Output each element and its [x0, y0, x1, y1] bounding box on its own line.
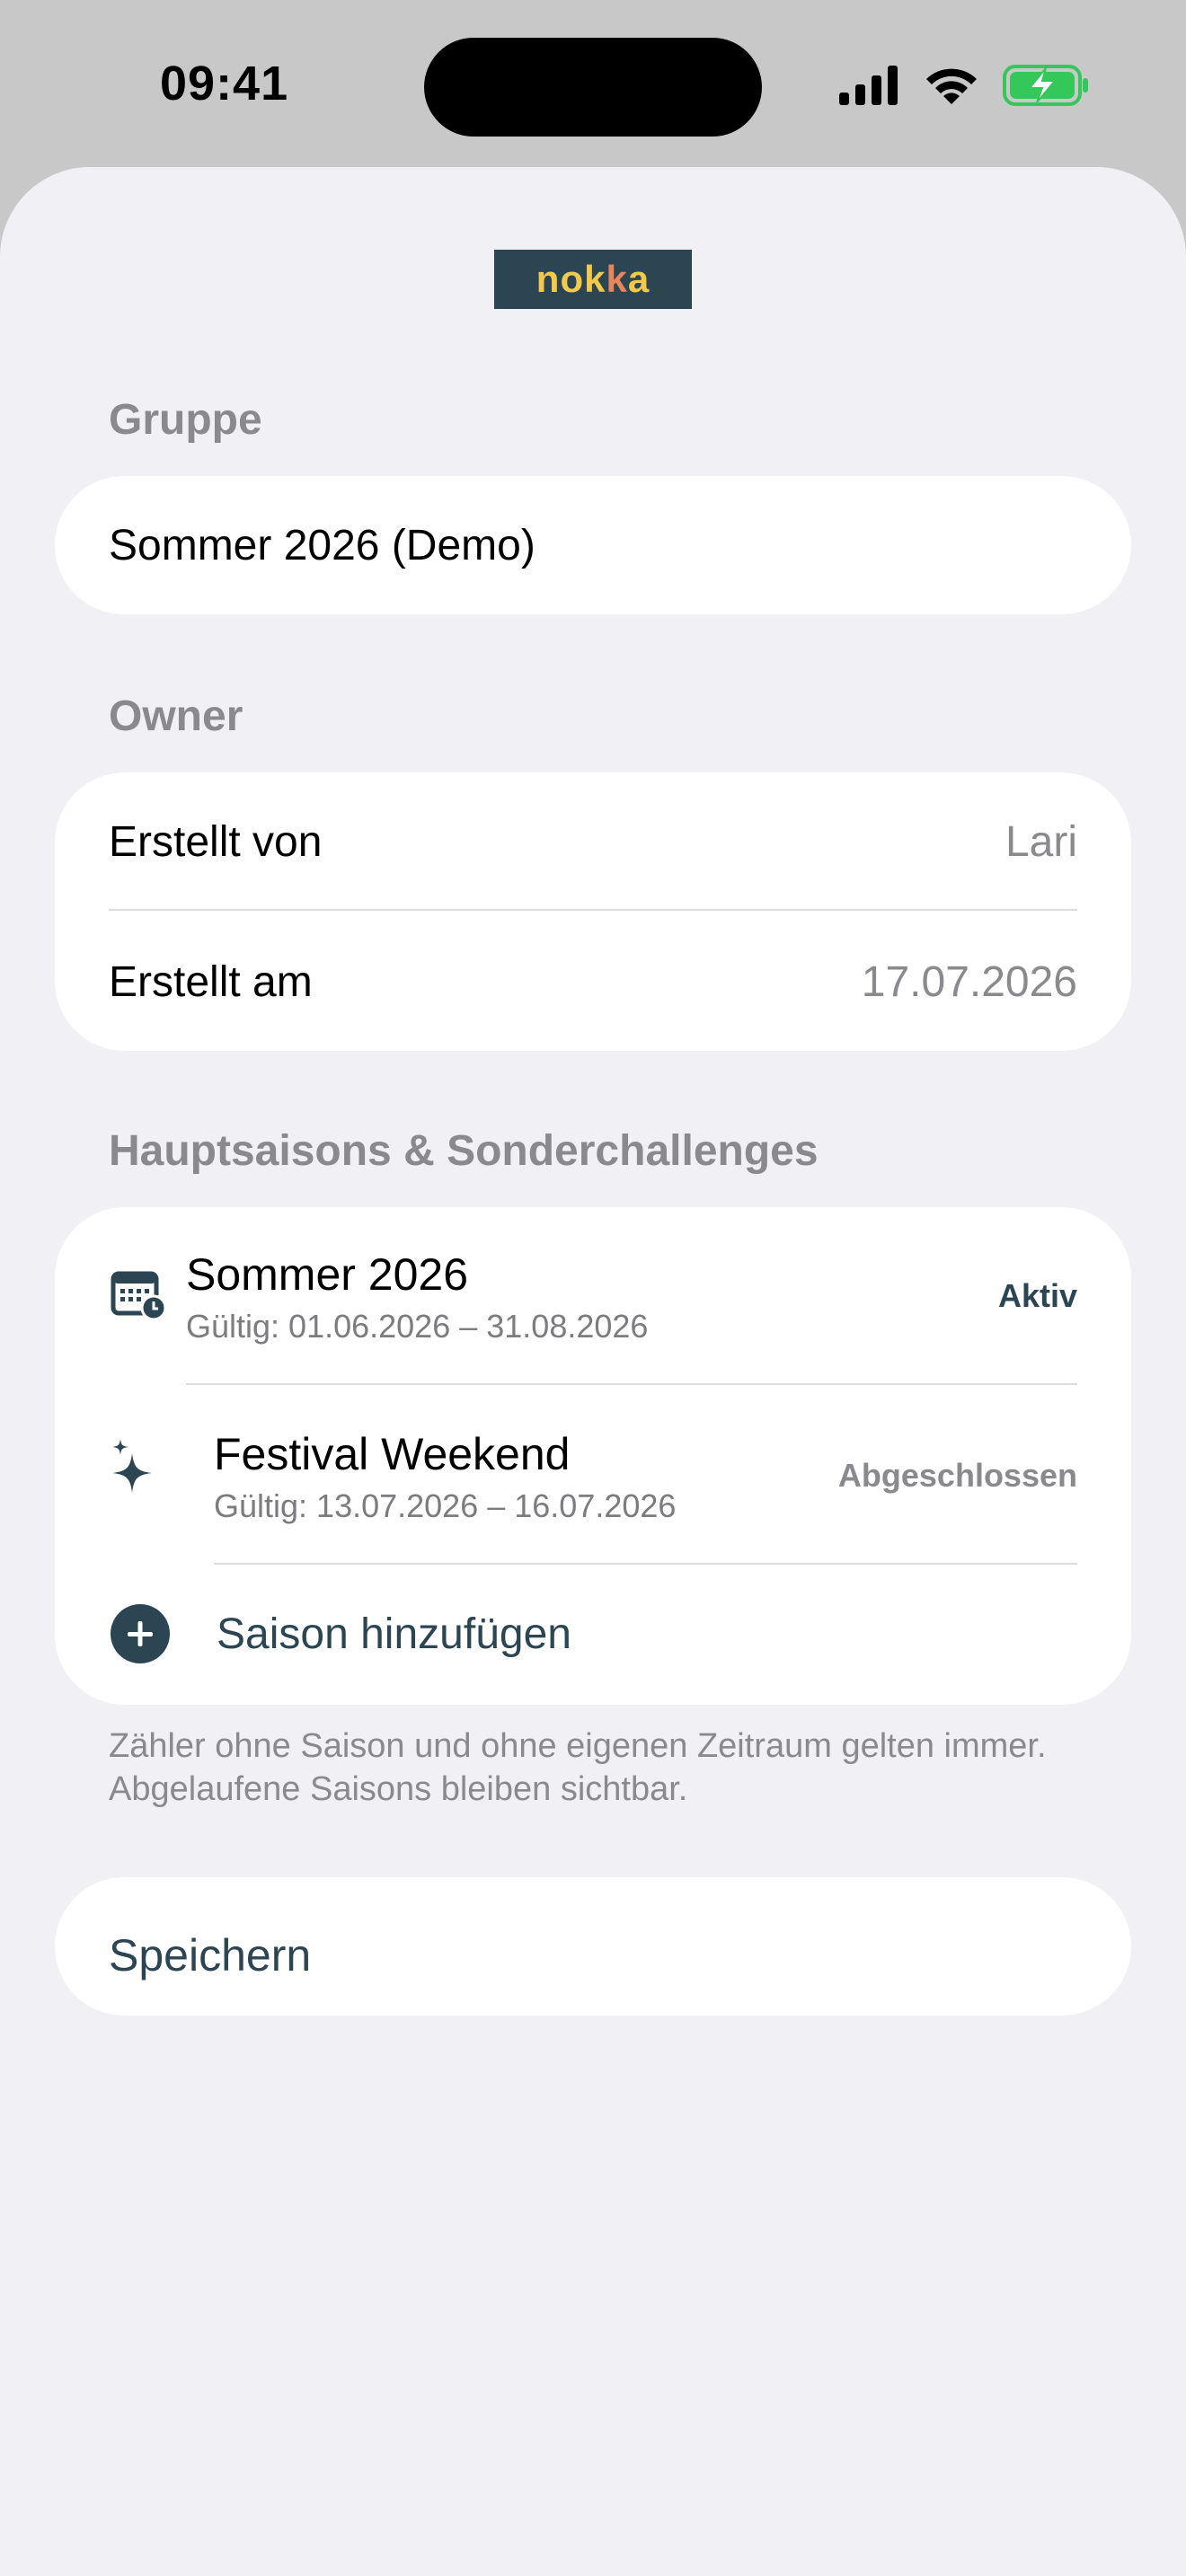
add-season-label: Saison hinzufügen	[217, 1610, 571, 1658]
save-button-label: Speichern	[109, 1930, 312, 1981]
save-button[interactable]: Speichern	[55, 1877, 1131, 2016]
battery-charging-icon	[1003, 65, 1088, 106]
group-name-value[interactable]: Sommer 2026 (Demo)	[109, 521, 535, 570]
status-badge-closed: Abgeschlossen	[837, 1457, 1077, 1494]
owner-card: Erstellt von Lari Erstellt am 17.07.2026	[55, 772, 1131, 1051]
status-bar: 09:41	[0, 0, 1186, 167]
divider	[109, 909, 1077, 911]
created-by-label: Erstellt von	[109, 818, 323, 866]
season-row-festival-weekend[interactable]: Festival Weekend Gültig: 13.07.2026 – 16…	[55, 1385, 1131, 1565]
seasons-card: Sommer 2026 Gültig: 01.06.2026 – 31.08.2…	[55, 1207, 1131, 1705]
dynamic-island	[424, 38, 762, 137]
status-icons	[839, 63, 1089, 108]
signal-icon	[839, 66, 898, 105]
season-validity: Gültig: 01.06.2026 – 31.08.2026	[186, 1308, 649, 1345]
calendar-clock-icon	[111, 1271, 166, 1320]
created-by-value: Lari	[1005, 818, 1077, 866]
group-section-title: Gruppe	[109, 396, 262, 444]
created-at-label: Erstellt am	[109, 958, 313, 1006]
status-badge-active: Aktiv	[997, 1277, 1077, 1314]
owner-section-title: Owner	[109, 693, 243, 740]
sparkles-icon	[112, 1439, 152, 1493]
season-name: Sommer 2026	[186, 1249, 469, 1300]
plus-circle-icon	[111, 1604, 170, 1663]
season-name: Festival Weekend	[214, 1429, 571, 1479]
seasons-footnote: Zähler ohne Saison und ohne eigenen Zeit…	[109, 1727, 1047, 1808]
created-at-value: 17.07.2026	[861, 958, 1077, 1006]
group-name-field[interactable]: Sommer 2026 (Demo)	[55, 476, 1131, 614]
add-season-button[interactable]: Saison hinzufügen	[55, 1565, 1131, 1705]
status-time: 09:41	[160, 57, 289, 110]
season-validity: Gültig: 13.07.2026 – 16.07.2026	[214, 1487, 677, 1524]
nokka-logo: nok k a	[494, 250, 692, 309]
wifi-icon	[926, 68, 977, 104]
season-row-sommer-2026[interactable]: Sommer 2026 Gültig: 01.06.2026 – 31.08.2…	[55, 1207, 1131, 1385]
seasons-section-title: Hauptsaisons & Sonderchallenges	[109, 1127, 819, 1175]
